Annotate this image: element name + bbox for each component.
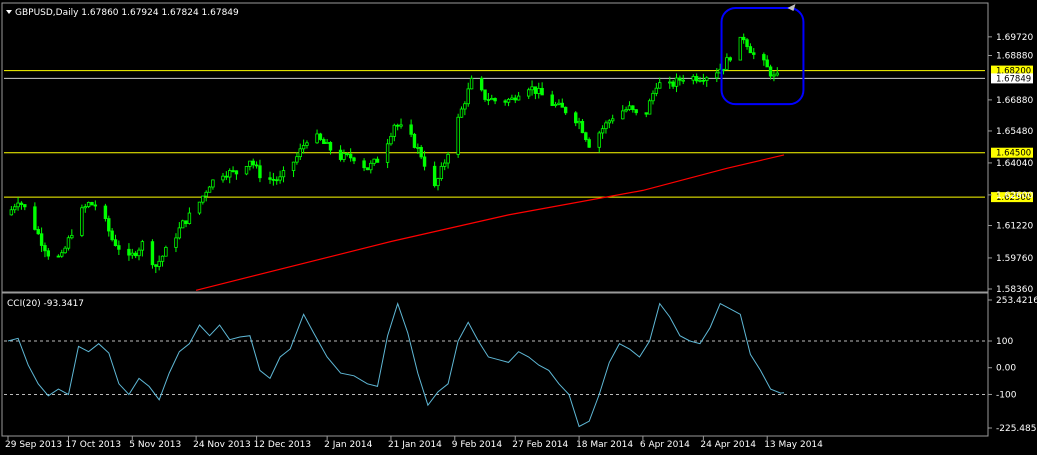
- candle-136[interactable]: [647, 98, 652, 115]
- current-price-label: 1.67849: [996, 74, 1031, 84]
- price-tick-1: 1.68880: [996, 51, 1033, 61]
- candle-15[interactable]: [80, 204, 84, 238]
- main-chart-title: GBPUSD,Daily 1.67860 1.67924 1.67824 1.6…: [15, 8, 239, 18]
- candle-37[interactable]: [180, 219, 185, 229]
- candle-43[interactable]: [207, 185, 212, 193]
- price-tick-7: 1.59760: [996, 254, 1033, 264]
- time-tick-11: 24 Apr 2014: [700, 440, 756, 450]
- main-chart-frame: [1, 2, 989, 293]
- candle-20[interactable]: [103, 203, 108, 222]
- cci-tick-4: -225.4853: [996, 424, 1037, 434]
- cci-tick-2: 0.00: [996, 364, 1016, 374]
- time-axis: 29 Sep 2013 17 Oct 2013 5 Nov 2013 24 Nov 2…: [5, 436, 823, 450]
- time-tick-8: 27 Feb 2014: [512, 440, 568, 450]
- cci-panel-frame: [1, 292, 989, 437]
- cci-tick-3: -100: [996, 390, 1017, 400]
- chart-root: 1.682001.645001.625001.678491.697201.688…: [1, 2, 1037, 450]
- price-tick-6: 1.61220: [996, 222, 1033, 232]
- time-tick-2: 5 Nov 2013: [129, 440, 181, 450]
- candle-40[interactable]: [197, 201, 202, 215]
- time-tick-9: 18 Mar 2014: [576, 440, 633, 450]
- time-tick-10: 6 Apr 2014: [640, 440, 690, 450]
- candle-95[interactable]: [456, 113, 460, 158]
- candle-76[interactable]: [365, 167, 370, 171]
- time-tick-5: 2 Jan 2014: [324, 440, 372, 450]
- price-tick-8: 1.58360: [996, 285, 1033, 295]
- time-tick-12: 13 May 2014: [764, 440, 823, 450]
- candle-86[interactable]: [412, 132, 417, 149]
- price-tick-3: 1.65480: [996, 127, 1033, 137]
- candle-18[interactable]: [90, 201, 94, 206]
- time-tick-6: 21 Jan 2014: [388, 440, 442, 450]
- time-tick-7: 9 Feb 2014: [452, 440, 503, 450]
- candle-66[interactable]: [318, 132, 323, 141]
- candle-155[interactable]: [738, 36, 743, 61]
- price-axis: 1.682001.645001.625001.678491.697201.688…: [988, 33, 1033, 295]
- cci-tick-0: 253.4216: [996, 296, 1037, 306]
- candle-88[interactable]: [419, 145, 423, 160]
- candle-30[interactable]: [150, 239, 155, 269]
- cci-axis: 253.4216 100 0.00 -100 -225.4853: [988, 296, 1037, 434]
- candle-50[interactable]: [244, 165, 249, 176]
- candle-13[interactable]: [66, 235, 71, 251]
- candle-122[interactable]: [580, 119, 585, 134]
- time-tick-0: 29 Sep 2013: [5, 440, 62, 450]
- candle-34[interactable]: [164, 245, 168, 257]
- price-tick-0: 1.69720: [996, 33, 1033, 43]
- price-tick-4: 1.64040: [996, 159, 1033, 169]
- price-tick-5: 1.62600: [996, 191, 1033, 201]
- time-tick-4: 12 Dec 2013: [254, 440, 312, 450]
- time-tick-1: 17 Oct 2013: [65, 440, 121, 450]
- candle-5[interactable]: [33, 202, 37, 231]
- candle-100[interactable]: [479, 76, 484, 92]
- cci-tick-1: 100: [996, 337, 1013, 347]
- level-tag-label-1: 1.64500: [996, 149, 1031, 159]
- time-tick-3: 24 Nov 2013: [193, 440, 251, 450]
- price-tick-2: 1.66880: [996, 96, 1033, 106]
- cci-title: CCI(20) -93.3417: [7, 299, 84, 309]
